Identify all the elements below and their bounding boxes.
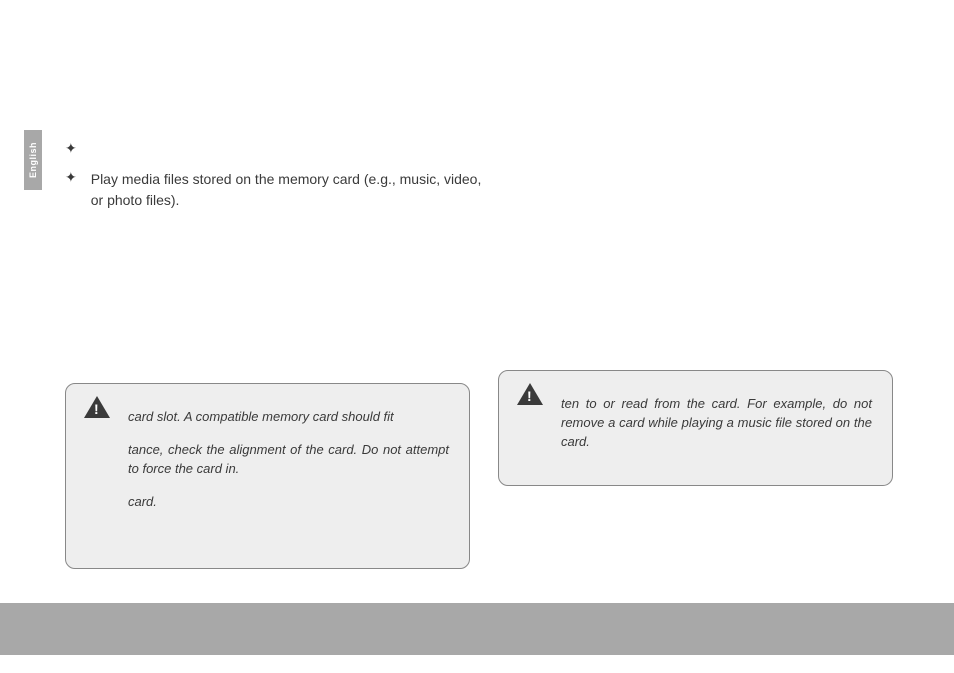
warning-triangle-icon [517,383,543,405]
language-tab: English [24,130,42,190]
warning-text: tance, check the alignment of the card. … [128,441,449,479]
warning-box-right: ten to or read from the card. For exampl… [498,370,893,486]
warning-content: card slot. A compatible memory card shou… [128,408,449,511]
warning-content: ten to or read from the card. For exampl… [561,395,872,452]
warning-text: card. [128,493,449,512]
warning-triangle-icon [84,396,110,418]
bullet-icon: ✦ [65,140,77,157]
warning-text: ten to or read from the card. For exampl… [561,395,872,452]
warning-text: card slot. A compatible memory card shou… [128,408,449,427]
bullet-text: Play media files stored on the memory ca… [91,169,485,211]
bullet-item: ✦ Play media files stored on the memory … [65,169,485,211]
main-content: ✦ ✦ Play media files stored on the memor… [65,140,485,223]
language-label: English [28,142,38,178]
bullet-item: ✦ [65,140,485,157]
bullet-icon: ✦ [65,169,77,186]
warning-box-left: card slot. A compatible memory card shou… [65,383,470,569]
footer-bar [0,603,954,655]
